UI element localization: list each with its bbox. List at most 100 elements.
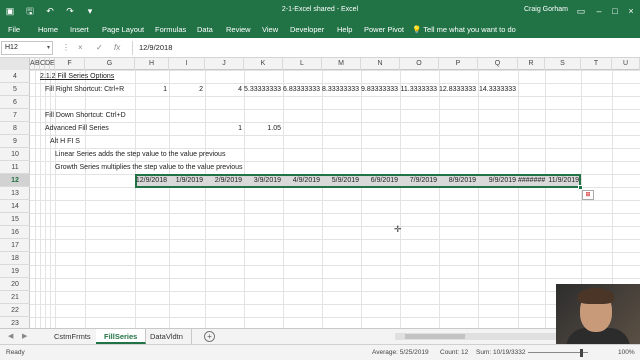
column-header[interactable]: U [612, 58, 640, 70]
row-header[interactable]: 21 [0, 291, 30, 304]
row-header[interactable]: 10 [0, 148, 30, 161]
cell-f5[interactable]: Fill Right Shortcut: Ctrl+R [45, 83, 124, 96]
tab-power-pivot[interactable]: Power Pivot [364, 25, 404, 34]
tab-developer[interactable]: Developer [290, 25, 324, 34]
cell-m12[interactable]: 5/9/2019 [322, 174, 359, 187]
cell-k8[interactable]: 1.05 [244, 122, 281, 135]
row-header[interactable]: 16 [0, 226, 30, 239]
cell-n5[interactable]: 9.83333333 [361, 83, 398, 96]
cell-i12[interactable]: 1/9/2019 [169, 174, 203, 187]
zoom-slider-knob[interactable] [580, 349, 583, 357]
cell-p12[interactable]: 8/9/2019 [439, 174, 476, 187]
save-icon[interactable]: 🖫 [24, 5, 36, 17]
cell-j8[interactable]: 1 [205, 122, 242, 135]
column-header[interactable]: O [400, 58, 439, 70]
row-header-selected[interactable]: 12 [0, 174, 30, 187]
tab-formulas[interactable]: Formulas [155, 25, 186, 34]
tab-view[interactable]: View [262, 25, 278, 34]
tab-review[interactable]: Review [226, 25, 251, 34]
tab-page-layout[interactable]: Page Layout [102, 25, 144, 34]
quick-access-customize-icon[interactable]: ▾ [84, 5, 96, 17]
row-header[interactable]: 8 [0, 122, 30, 135]
maximize-icon[interactable]: □ [608, 4, 622, 18]
sheet-tab-fillseries[interactable]: FillSeries [96, 329, 147, 344]
auto-fill-options-icon[interactable]: ⊞ [582, 190, 594, 200]
column-header[interactable]: K [244, 58, 283, 70]
cell-i5[interactable]: 2 [169, 83, 203, 96]
column-header[interactable]: R [518, 58, 545, 70]
save-icon[interactable]: ▣ [4, 5, 16, 17]
cell-h5[interactable]: 1 [135, 83, 167, 96]
row-header[interactable]: 6 [0, 96, 30, 109]
cell-j5[interactable]: 4 [205, 83, 242, 96]
cell-f7[interactable]: Fill Down Shortcut: Ctrl+D [45, 109, 126, 122]
minimize-icon[interactable]: – [592, 4, 606, 18]
column-header[interactable]: J [205, 58, 244, 70]
cell-r12[interactable]: ####### [518, 174, 545, 187]
cell-s12[interactable]: 11/9/2019 [545, 174, 579, 187]
ribbon-display-icon[interactable]: ▭ [574, 4, 588, 18]
column-header[interactable]: H [135, 58, 169, 70]
sheet-tab-datavldtn[interactable]: DataVldtn [142, 329, 192, 344]
column-header[interactable]: N [361, 58, 400, 70]
cell-k12[interactable]: 3/9/2019 [244, 174, 281, 187]
select-all-corner[interactable] [0, 58, 30, 70]
row-header[interactable]: 7 [0, 109, 30, 122]
row-header[interactable]: 17 [0, 239, 30, 252]
column-header[interactable]: S [545, 58, 581, 70]
cell-h12[interactable]: 12/9/2018 [135, 174, 167, 187]
cell-n12[interactable]: 6/9/2019 [361, 174, 398, 187]
cell-q5[interactable]: 14.3333333 [478, 83, 516, 96]
tab-data[interactable]: Data [197, 25, 213, 34]
row-header[interactable]: 22 [0, 304, 30, 317]
horizontal-scrollbar[interactable] [395, 333, 565, 340]
column-header[interactable]: I [169, 58, 205, 70]
worksheet-grid[interactable]: 2.1.2 Fill Series Options Fill Right Sho… [30, 70, 640, 328]
sheet-tab-cstmfrmts[interactable]: CstmFrmts [46, 329, 100, 344]
cell-k5[interactable]: 5.33333333 [244, 83, 281, 96]
cell-o12[interactable]: 7/9/2019 [400, 174, 437, 187]
cell-f9[interactable]: Alt H FI S [50, 135, 80, 148]
tab-help[interactable]: Help [337, 25, 352, 34]
tab-home[interactable]: Home [38, 25, 58, 34]
row-header[interactable]: 11 [0, 161, 30, 174]
row-header[interactable]: 18 [0, 252, 30, 265]
formula-input[interactable]: 12/9/2018 [132, 41, 622, 55]
tab-insert[interactable]: Insert [70, 25, 89, 34]
row-header[interactable]: 15 [0, 213, 30, 226]
cell-j12[interactable]: 2/9/2019 [205, 174, 242, 187]
cell-p5[interactable]: 12.8333333 [439, 83, 476, 96]
cell-f8[interactable]: Advanced Fill Series [45, 122, 109, 135]
column-header[interactable]: F [55, 58, 85, 70]
zoom-slider[interactable] [528, 352, 588, 353]
row-header[interactable]: 5 [0, 83, 30, 96]
undo-icon[interactable]: ↶ [44, 5, 56, 17]
cell-l5[interactable]: 6.83333333 [283, 83, 320, 96]
column-header[interactable]: Q [478, 58, 518, 70]
cell-o5[interactable]: 11.3333333 [400, 83, 437, 96]
user-name[interactable]: Craig Gorham [524, 6, 568, 13]
row-header[interactable]: 13 [0, 187, 30, 200]
row-header[interactable]: 9 [0, 135, 30, 148]
redo-icon[interactable]: ↷ [64, 5, 76, 17]
cell-q12[interactable]: 9/9/2019 [478, 174, 516, 187]
enter-icon[interactable]: ✓ [96, 43, 103, 52]
column-header[interactable]: P [439, 58, 478, 70]
row-header[interactable]: 19 [0, 265, 30, 278]
add-sheet-icon[interactable]: + [204, 331, 215, 342]
cell-f10[interactable]: Linear Series adds the step value to the… [55, 148, 225, 161]
cancel-icon[interactable]: × [78, 43, 83, 52]
sheet-prev-icon[interactable]: ◀ [8, 332, 13, 340]
tell-me-search[interactable]: 💡 Tell me what you want to do [412, 25, 516, 34]
column-header[interactable]: L [283, 58, 322, 70]
cell-m5[interactable]: 8.33333333 [322, 83, 359, 96]
sheet-next-icon[interactable]: ▶ [22, 332, 27, 340]
name-box[interactable]: H12 ▾ [1, 41, 53, 55]
column-header[interactable]: T [581, 58, 612, 70]
cell-f11[interactable]: Growth Series multiplies the step value … [55, 161, 243, 174]
close-icon[interactable]: × [624, 4, 638, 18]
cell-l12[interactable]: 4/9/2019 [283, 174, 320, 187]
scrollbar-thumb[interactable] [405, 334, 465, 339]
column-header[interactable]: M [322, 58, 361, 70]
insert-function-icon[interactable]: fx [114, 43, 120, 52]
